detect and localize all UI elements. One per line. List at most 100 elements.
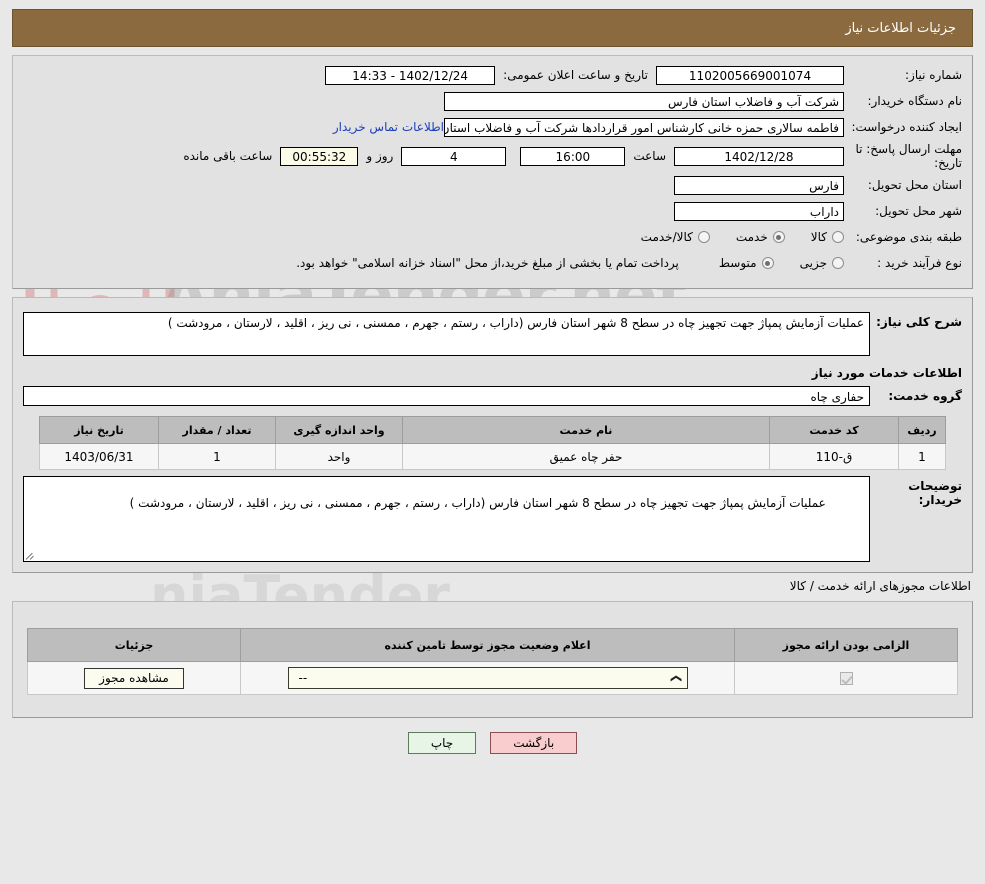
page-title: جزئیات اطلاعات نیاز <box>845 20 956 36</box>
col-unit: واحد اندازه گیری <box>275 416 403 444</box>
license-status-value: -- <box>298 671 308 685</box>
need-number-label: شماره نیاز: <box>905 68 962 82</box>
licenses-panel: الزامی بودن ارائه مجوز اعلام وضعیت مجوز … <box>12 601 973 718</box>
need-info-panel: شماره نیاز: 1102005669001074 تاریخ و ساع… <box>12 55 973 289</box>
payment-note: پرداخت تمام یا بخشی از مبلغ خرید،از محل … <box>296 256 679 270</box>
licenses-table-header-row: الزامی بودن ارائه مجوز اعلام وضعیت مجوز … <box>27 628 958 662</box>
buyer-org-value: شرکت آب و فاضلاب استان فارس <box>444 91 844 111</box>
services-table: ردیف کد خدمت نام خدمت واحد اندازه گیری ت… <box>39 416 946 470</box>
requester-label: ایجاد کننده درخواست: <box>851 120 962 134</box>
checkbox-checked-icon <box>839 672 853 685</box>
services-panel: شرح کلی نیاز: عملیات آزمایش پمپاژ جهت تج… <box>12 297 973 573</box>
buyer-notes-textarea[interactable]: عملیات آزمایش پمپاژ جهت تجهیز چاه در سطح… <box>23 476 870 562</box>
cell-license-details: مشاهده مجوز <box>27 661 241 695</box>
footer-actions: بازگشت چاپ <box>0 732 985 754</box>
row-need-summary: شرح کلی نیاز: عملیات آزمایش پمپاژ جهت تج… <box>23 312 962 356</box>
radio-icon <box>772 231 785 243</box>
licenses-table: الزامی بودن ارائه مجوز اعلام وضعیت مجوز … <box>27 628 958 695</box>
col-quantity: تعداد / مقدار <box>158 416 276 444</box>
service-group-label: گروه خدمت: <box>888 389 962 403</box>
process-type-label: نوع فرآیند خرید : <box>877 256 962 270</box>
process-option-motavaset[interactable]: متوسط <box>719 256 774 270</box>
row-buyer-notes: توضیحات خریدار: عملیات آزمایش پمپاژ جهت … <box>23 476 962 562</box>
category-option-label: خدمت <box>735 230 768 244</box>
category-option-kala-khedmat[interactable]: کالا/خدمت <box>641 230 710 244</box>
col-license-details: جزئیات <box>27 628 241 662</box>
category-label: طبقه بندی موضوعی: <box>855 230 962 244</box>
buyer-notes-label: توضیحات خریدار: <box>908 479 962 507</box>
process-option-label: جزیی <box>799 256 827 270</box>
licenses-section-heading: اطلاعات مجوزهای ارائه خدمت / کالا <box>789 579 971 593</box>
col-row-no: ردیف <box>898 416 946 444</box>
need-summary-textarea[interactable]: عملیات آزمایش پمپاژ جهت تجهیز چاه در سطح… <box>23 312 870 356</box>
remaining-suffix-label: ساعت باقی مانده <box>183 149 273 163</box>
requester-value: فاطمه سالاری حمزه خانی کارشناس امور قرار… <box>444 117 844 137</box>
row-category: طبقه بندی موضوعی: کالا خدمت کالا/خدمت <box>23 226 962 248</box>
buyer-notes-text: عملیات آزمایش پمپاژ جهت تجهیز چاه در سطح… <box>129 496 826 510</box>
cell-service-code: ق-110 <box>769 443 899 470</box>
radio-icon <box>832 231 844 243</box>
page-header: جزئیات اطلاعات نیاز <box>12 9 973 47</box>
page-root: جزئیات اطلاعات نیاز شماره نیاز: 11020056… <box>0 9 985 754</box>
cell-unit: واحد <box>275 443 403 470</box>
category-option-label: کالا/خدمت <box>640 230 693 244</box>
services-section-heading: اطلاعات خدمات مورد نیاز <box>811 366 962 380</box>
category-option-kala[interactable]: کالا <box>811 230 844 244</box>
process-option-label: متوسط <box>718 256 757 270</box>
row-deadline: مهلت ارسال پاسخ: تا تاریخ: 1402/12/28 سا… <box>23 142 962 170</box>
row-buyer-org: نام دستگاه خریدار: شرکت آب و فاضلاب استا… <box>23 90 962 112</box>
row-service-group: گروه خدمت: حفاری چاه <box>23 386 962 406</box>
radio-icon <box>697 231 710 243</box>
need-number-value: 1102005669001074 <box>656 65 844 85</box>
row-requester: ایجاد کننده درخواست: فاطمه سالاری حمزه خ… <box>23 116 962 138</box>
process-type-radio-group: جزیی متوسط <box>693 256 844 270</box>
category-option-khedmat[interactable]: خدمت <box>736 230 785 244</box>
col-license-required: الزامی بودن ارائه مجوز <box>734 628 958 662</box>
row-province: استان محل تحویل: فارس <box>23 174 962 196</box>
chevron-down-icon: ❮ <box>669 673 683 683</box>
back-button[interactable]: بازگشت <box>490 732 578 754</box>
license-status-select[interactable]: ❮ -- <box>287 667 688 689</box>
print-button[interactable]: چاپ <box>407 732 477 754</box>
services-table-header-row: ردیف کد خدمت نام خدمت واحد اندازه گیری ت… <box>39 416 946 444</box>
category-option-label: کالا <box>810 230 827 244</box>
services-table-wrap: ردیف کد خدمت نام خدمت واحد اندازه گیری ت… <box>23 416 962 470</box>
category-radio-group: کالا خدمت کالا/خدمت <box>615 230 844 244</box>
cell-need-date: 1403/06/31 <box>39 443 159 470</box>
days-remaining-value: 4 <box>401 146 507 166</box>
table-row: 1 ق-110 حفر چاه عمیق واحد 1 1403/06/31 <box>39 443 946 470</box>
process-option-jozei[interactable]: جزیی <box>800 256 844 270</box>
view-license-button[interactable]: مشاهده مجوز <box>84 667 184 689</box>
radio-icon <box>832 257 844 269</box>
days-and-label: روز و <box>366 149 394 163</box>
cell-license-status: ❮ -- <box>240 661 735 695</box>
col-service-code: کد خدمت <box>769 416 899 444</box>
deadline-label: مهلت ارسال پاسخ: تا تاریخ: <box>855 142 962 170</box>
col-service-name: نام خدمت <box>402 416 770 444</box>
deadline-hour-label: ساعت <box>633 149 666 163</box>
cell-quantity: 1 <box>158 443 276 470</box>
row-process-type: نوع فرآیند خرید : جزیی متوسط پرداخت تمام… <box>23 252 962 274</box>
buyer-contact-link[interactable]: اطلاعات تماس خریدار <box>333 120 444 134</box>
resize-grip-icon <box>25 550 36 560</box>
deadline-time-value: 16:00 <box>520 146 626 166</box>
announce-datetime-value: 1402/12/24 - 14:33 <box>325 65 496 85</box>
cell-row-no: 1 <box>898 443 946 470</box>
city-label: شهر محل تحویل: <box>875 204 962 218</box>
city-value: داراب <box>674 201 844 221</box>
radio-icon <box>761 257 774 269</box>
col-need-date: تاریخ نیاز <box>39 416 159 444</box>
countdown-timer: 00:55:32 <box>280 146 359 166</box>
cell-service-name: حفر چاه عمیق <box>402 443 770 470</box>
table-row: ❮ -- مشاهده مجوز <box>27 661 958 695</box>
service-group-value: حفاری چاه <box>23 386 870 406</box>
row-city: شهر محل تحویل: داراب <box>23 200 962 222</box>
col-license-status: اعلام وضعیت مجوز توسط تامین کننده <box>240 628 735 662</box>
buyer-org-label: نام دستگاه خریدار: <box>867 94 963 108</box>
cell-license-required <box>734 661 958 695</box>
province-value: فارس <box>674 175 844 195</box>
row-need-number: شماره نیاز: 1102005669001074 تاریخ و ساع… <box>23 64 962 86</box>
announce-datetime-label: تاریخ و ساعت اعلان عمومی: <box>503 68 648 82</box>
deadline-date-value: 1402/12/28 <box>674 146 844 166</box>
province-label: استان محل تحویل: <box>867 178 962 192</box>
